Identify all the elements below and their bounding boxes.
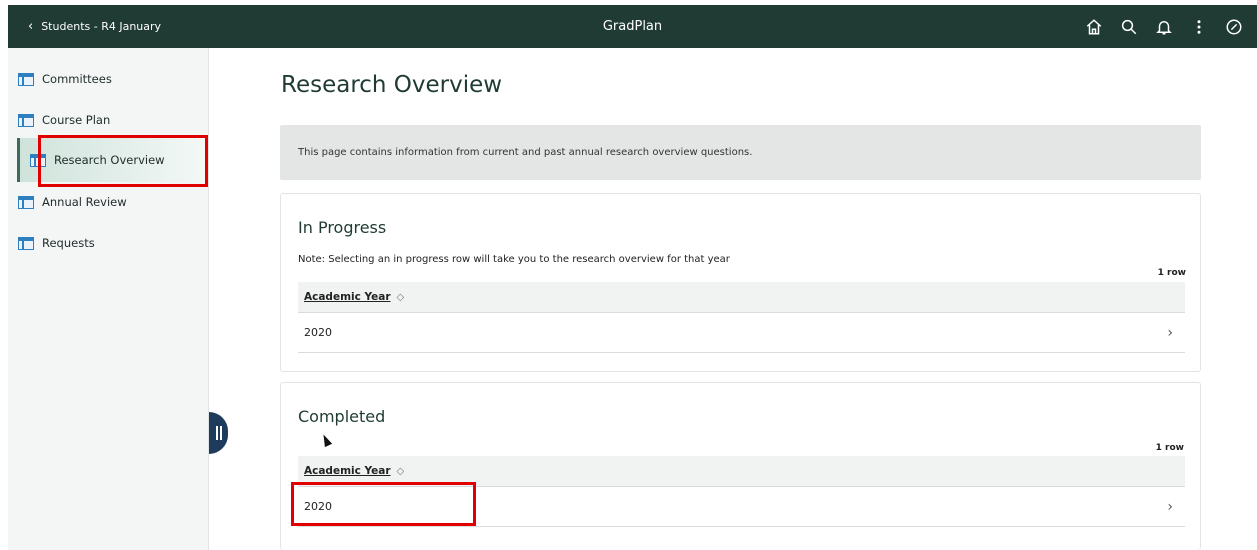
sidebar-item-label: Requests	[42, 236, 95, 250]
top-icons	[1076, 5, 1251, 48]
sort-icon[interactable]: ◇	[397, 466, 405, 477]
in-progress-heading: In Progress	[298, 218, 387, 237]
table-icon	[30, 153, 46, 167]
info-banner: This page contains information from curr…	[280, 125, 1201, 180]
table-icon	[18, 236, 34, 250]
academic-year-cell: 2020	[304, 500, 332, 513]
academic-year-cell: 2020	[304, 326, 332, 339]
academic-year-column-header[interactable]: Academic Year	[304, 291, 391, 303]
bell-icon[interactable]	[1146, 5, 1181, 48]
chevron-right-icon: ›	[1167, 325, 1173, 341]
row-count: 1 row	[1157, 268, 1186, 278]
top-bar: ‹ Students - R4 January GradPlan	[8, 5, 1257, 48]
sidebar-item-label: Committees	[42, 72, 112, 86]
academic-year-column-header[interactable]: Academic Year	[304, 465, 391, 477]
sidebar: Committees Course Plan Research Overview…	[8, 48, 209, 550]
sidebar-collapse-handle[interactable]	[209, 412, 228, 454]
sidebar-item-course-plan[interactable]: Course Plan	[18, 107, 110, 133]
page-title: Research Overview	[281, 72, 503, 98]
sidebar-item-requests[interactable]: Requests	[18, 230, 95, 256]
row-count: 1 row	[1155, 443, 1184, 453]
in-progress-card: In Progress Note: Selecting an in progre…	[280, 193, 1201, 372]
chevron-right-icon: ›	[1167, 499, 1173, 515]
table-icon	[18, 113, 34, 127]
sidebar-item-annual-review[interactable]: Annual Review	[18, 189, 127, 215]
table-icon	[18, 72, 34, 86]
table-row[interactable]: 2020 ›	[298, 313, 1185, 353]
compass-icon[interactable]	[1216, 5, 1251, 48]
sidebar-item-label: Research Overview	[54, 153, 165, 167]
table-header: Academic Year ◇	[298, 456, 1185, 487]
back-link-label: Students - R4 January	[41, 20, 162, 33]
sidebar-item-label: Course Plan	[42, 113, 111, 127]
back-link[interactable]: ‹ Students - R4 January	[28, 5, 161, 48]
sidebar-item-committees[interactable]: Committees	[18, 66, 112, 92]
chevron-left-icon: ‹	[28, 19, 34, 34]
home-icon[interactable]	[1076, 5, 1111, 48]
app-title: GradPlan	[602, 19, 663, 34]
completed-card: Completed 1 row Academic Year ◇ 2020 ›	[280, 382, 1201, 550]
more-icon[interactable]	[1181, 5, 1216, 48]
search-icon[interactable]	[1111, 5, 1146, 48]
sidebar-item-research-overview[interactable]: Research Overview	[17, 138, 207, 182]
in-progress-note: Note: Selecting an in progress row will …	[298, 254, 730, 265]
sidebar-item-label: Annual Review	[42, 195, 127, 209]
table-icon	[18, 195, 34, 209]
table-row[interactable]: 2020 ›	[298, 487, 1185, 527]
completed-heading: Completed	[298, 407, 386, 426]
sort-icon[interactable]: ◇	[397, 292, 405, 303]
table-header: Academic Year ◇	[298, 282, 1185, 313]
